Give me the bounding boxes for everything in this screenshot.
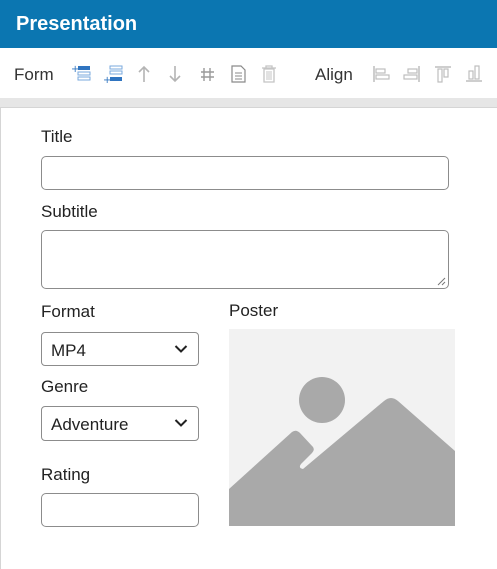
insert-row-above-icon[interactable]: + bbox=[71, 64, 91, 84]
chevron-down-icon bbox=[174, 345, 188, 353]
window-title: Presentation bbox=[0, 0, 497, 48]
title-input[interactable] bbox=[41, 156, 449, 190]
align-right-icon[interactable] bbox=[402, 64, 422, 84]
toolbar-divider bbox=[0, 98, 497, 107]
title-label: Title bbox=[41, 127, 73, 146]
genre-select[interactable]: Adventure bbox=[41, 406, 199, 441]
rating-label: Rating bbox=[41, 465, 91, 484]
poster-image[interactable] bbox=[229, 329, 455, 526]
align-bottom-icon[interactable] bbox=[464, 64, 484, 84]
resize-grip-icon[interactable] bbox=[436, 276, 446, 286]
move-up-icon[interactable] bbox=[134, 64, 154, 84]
document-icon[interactable] bbox=[228, 64, 248, 84]
subtitle-textarea[interactable] bbox=[41, 230, 449, 289]
grid-icon[interactable] bbox=[197, 64, 217, 84]
align-left-icon[interactable] bbox=[371, 64, 391, 84]
format-label: Format bbox=[41, 302, 95, 321]
insert-row-below-icon[interactable]: + bbox=[103, 64, 123, 84]
trash-icon[interactable] bbox=[259, 64, 279, 84]
move-down-icon[interactable] bbox=[165, 64, 185, 84]
rating-input[interactable] bbox=[41, 493, 199, 527]
svg-text:+: + bbox=[103, 75, 111, 84]
poster-label: Poster bbox=[229, 301, 279, 320]
genre-select-value: Adventure bbox=[51, 415, 129, 434]
form-section-label: Form bbox=[14, 65, 54, 84]
toolbar: Form + + Align bbox=[0, 48, 497, 99]
image-placeholder-icon bbox=[229, 377, 455, 526]
genre-label: Genre bbox=[41, 377, 89, 396]
format-select[interactable]: MP4 bbox=[41, 332, 199, 366]
chevron-down-icon bbox=[174, 419, 188, 427]
subtitle-label: Subtitle bbox=[41, 202, 98, 221]
align-section-label: Align bbox=[315, 65, 353, 84]
format-select-value: MP4 bbox=[51, 341, 86, 360]
align-top-icon[interactable] bbox=[433, 64, 453, 84]
